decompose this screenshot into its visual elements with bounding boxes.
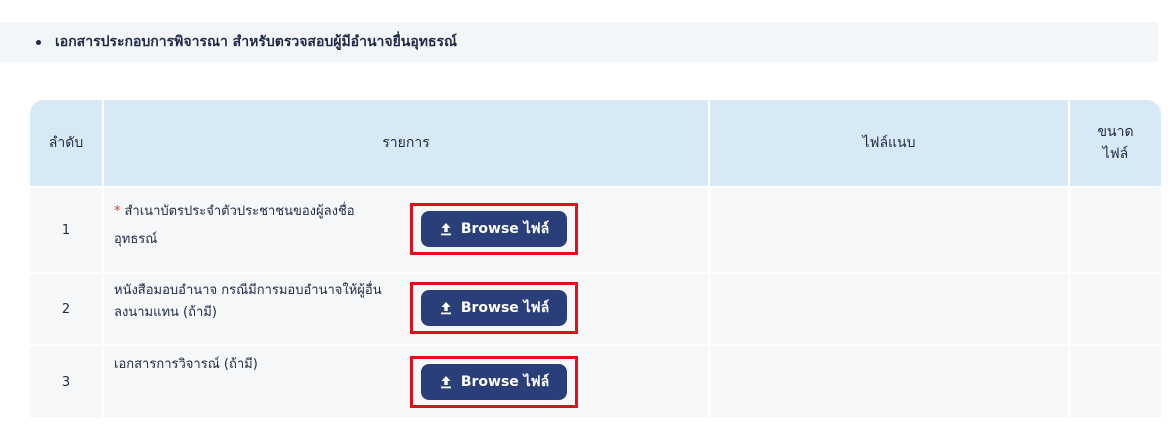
- upload-icon: [440, 223, 451, 236]
- row-index: 1: [30, 186, 102, 272]
- row-index: 2: [30, 272, 102, 344]
- required-mark: *: [114, 204, 121, 219]
- table-header-row: ลำดับ รายการ ไฟล์แนบ ขนาด ไฟล์: [30, 100, 1161, 186]
- row-size: [1068, 344, 1161, 418]
- row-item: * สำเนาบัตรประจำตัวประชาชนของผู้ลงชื่ออุท…: [102, 186, 708, 272]
- item-label: หนังสือมอบอำนาจ กรณีมีการมอบอำนาจให้ผู้อ…: [114, 283, 382, 320]
- row-item: หนังสือมอบอำนาจ กรณีมีการมอบอำนาจให้ผู้อ…: [102, 272, 708, 344]
- section-header: เอกสารประกอบการพิจารณา สำหรับตรวจสอบผู้ม…: [0, 22, 1158, 62]
- item-wrap: หนังสือมอบอำนาจ กรณีมีการมอบอำนาจให้ผู้อ…: [104, 274, 708, 344]
- upload-icon: [440, 376, 451, 389]
- row-file: [708, 272, 1068, 344]
- item-text: เอกสารการวิจารณ์ (ถ้ามี): [114, 354, 394, 376]
- item-label: สำเนาบัตรประจำตัวประชาชนของผู้ลงชื่ออุทธ…: [114, 204, 355, 247]
- column-header-index: ลำดับ: [30, 100, 102, 186]
- row-index: 3: [30, 344, 102, 418]
- item-label: เอกสารการวิจารณ์ (ถ้ามี): [114, 357, 258, 372]
- column-header-size: ขนาด ไฟล์: [1068, 100, 1161, 186]
- item-wrap: * สำเนาบัตรประจำตัวประชาชนของผู้ลงชื่ออุท…: [104, 188, 708, 272]
- column-header-size-line1: ขนาด: [1097, 124, 1134, 140]
- upload-icon: [440, 302, 451, 315]
- browse-file-button[interactable]: Browse ไฟล์: [421, 364, 567, 400]
- table-row: 2 หนังสือมอบอำนาจ กรณีมีการมอบอำนาจให้ผู…: [30, 272, 1161, 344]
- row-size: [1068, 272, 1161, 344]
- row-size: [1068, 186, 1161, 272]
- browse-button-label: Browse ไฟล์: [460, 221, 550, 237]
- browse-highlight-frame: Browse ไฟล์: [410, 203, 578, 255]
- column-header-size-line2: ไฟล์: [1102, 146, 1129, 162]
- row-file: [708, 186, 1068, 272]
- row-item: เอกสารการวิจารณ์ (ถ้ามี) Browse ไฟล์: [102, 344, 708, 418]
- item-wrap: เอกสารการวิจารณ์ (ถ้ามี) Browse ไฟล์: [104, 346, 708, 418]
- browse-button-label: Browse ไฟล์: [460, 374, 550, 390]
- item-text: * สำเนาบัตรประจำตัวประชาชนของผู้ลงชื่ออุท…: [114, 198, 394, 254]
- row-file: [708, 344, 1068, 418]
- column-header-item: รายการ: [102, 100, 708, 186]
- browse-button-label: Browse ไฟล์: [460, 300, 550, 316]
- bullet-icon: [36, 39, 41, 45]
- browse-file-button[interactable]: Browse ไฟล์: [421, 211, 567, 247]
- attachments-table: ลำดับ รายการ ไฟล์แนบ ขนาด ไฟล์ 1 * สำเนาบ…: [30, 100, 1161, 418]
- page: เอกสารประกอบการพิจารณา สำหรับตรวจสอบผู้ม…: [0, 0, 1168, 444]
- section-title: เอกสารประกอบการพิจารณา สำหรับตรวจสอบผู้ม…: [55, 34, 458, 50]
- browse-highlight-frame: Browse ไฟล์: [410, 282, 578, 334]
- browse-highlight-frame: Browse ไฟล์: [410, 356, 578, 408]
- table-row: 1 * สำเนาบัตรประจำตัวประชาชนของผู้ลงชื่ออ…: [30, 186, 1161, 272]
- item-text: หนังสือมอบอำนาจ กรณีมีการมอบอำนาจให้ผู้อ…: [114, 280, 394, 324]
- browse-file-button[interactable]: Browse ไฟล์: [421, 290, 567, 326]
- table-row: 3 เอกสารการวิจารณ์ (ถ้ามี) Browse ไฟล์: [30, 344, 1161, 418]
- column-header-file: ไฟล์แนบ: [708, 100, 1068, 186]
